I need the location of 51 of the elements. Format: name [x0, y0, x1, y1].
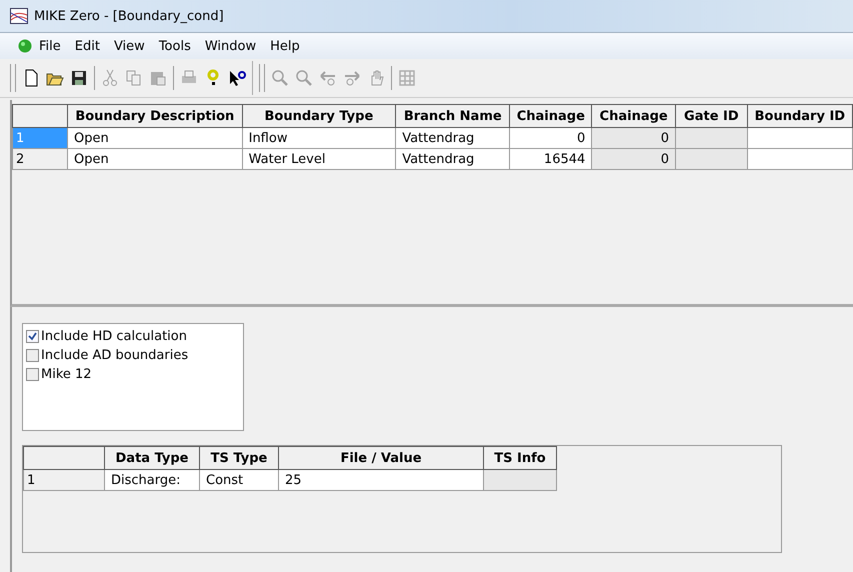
column-header[interactable]: Chainage	[510, 104, 592, 128]
check-icon	[28, 332, 37, 341]
row-header[interactable]: 2	[12, 148, 68, 170]
column-header[interactable]: File / Value	[278, 446, 484, 470]
table-cell[interactable]	[484, 470, 556, 490]
table-cell[interactable]	[747, 128, 852, 148]
column-header[interactable]: TS Type	[200, 446, 278, 470]
checkbox-label[interactable]: Mike 12	[41, 367, 92, 382]
menu-item[interactable]: View	[106, 38, 152, 54]
table-cell[interactable]: Vattendrag	[396, 128, 510, 148]
table-cell[interactable]: 25	[278, 470, 484, 490]
checkbox[interactable]	[26, 349, 39, 362]
column-header[interactable]: Boundary Description	[68, 104, 242, 128]
menu-item[interactable]: File	[32, 38, 68, 54]
save-icon[interactable]	[70, 69, 88, 87]
menu-item[interactable]: Help	[263, 38, 307, 54]
column-header[interactable]: Chainage	[592, 104, 676, 128]
status-dot-icon	[18, 39, 32, 53]
menu-item[interactable]: Tools	[152, 38, 198, 54]
table-cell[interactable]: Discharge:	[104, 470, 200, 490]
checkbox-label[interactable]: Include HD calculation	[41, 329, 187, 344]
checkbox[interactable]	[26, 330, 39, 343]
table-corner	[12, 104, 68, 128]
table-cell[interactable]: Water Level	[242, 148, 396, 170]
table-cell[interactable]: Vattendrag	[396, 148, 510, 170]
table-cell[interactable]	[676, 128, 748, 148]
window-title: MIKE Zero - [Boundary_cond]	[34, 8, 224, 24]
table-cell[interactable]: 0	[510, 128, 592, 148]
table-cell[interactable]: 0	[592, 128, 676, 148]
toolbar-grip	[259, 64, 265, 92]
row-header[interactable]: 1	[24, 470, 104, 490]
toolbar-grip	[10, 64, 16, 92]
column-header[interactable]: TS Info	[484, 446, 556, 470]
table-cell[interactable]: 16544	[510, 148, 592, 170]
menu-item[interactable]: Edit	[68, 38, 107, 54]
menu-item[interactable]: Window	[198, 38, 264, 54]
checkbox-label[interactable]: Include AD boundaries	[41, 348, 188, 363]
table-cell[interactable]	[676, 148, 748, 170]
table-cell[interactable]	[747, 148, 852, 170]
column-header[interactable]: Boundary ID	[747, 104, 852, 128]
table-cell[interactable]: Const	[200, 470, 278, 490]
table-cell[interactable]: Inflow	[242, 128, 396, 148]
checkbox[interactable]	[26, 368, 39, 381]
column-header[interactable]: Branch Name	[396, 104, 510, 128]
column-header[interactable]: Gate ID	[676, 104, 748, 128]
table-cell[interactable]: Open	[68, 128, 242, 148]
table-cell[interactable]: 0	[592, 148, 676, 170]
app-logo-icon	[10, 8, 28, 24]
column-header[interactable]: Boundary Type	[242, 104, 396, 128]
table-cell[interactable]: Open	[68, 148, 242, 170]
column-header[interactable]: Data Type	[104, 446, 200, 470]
